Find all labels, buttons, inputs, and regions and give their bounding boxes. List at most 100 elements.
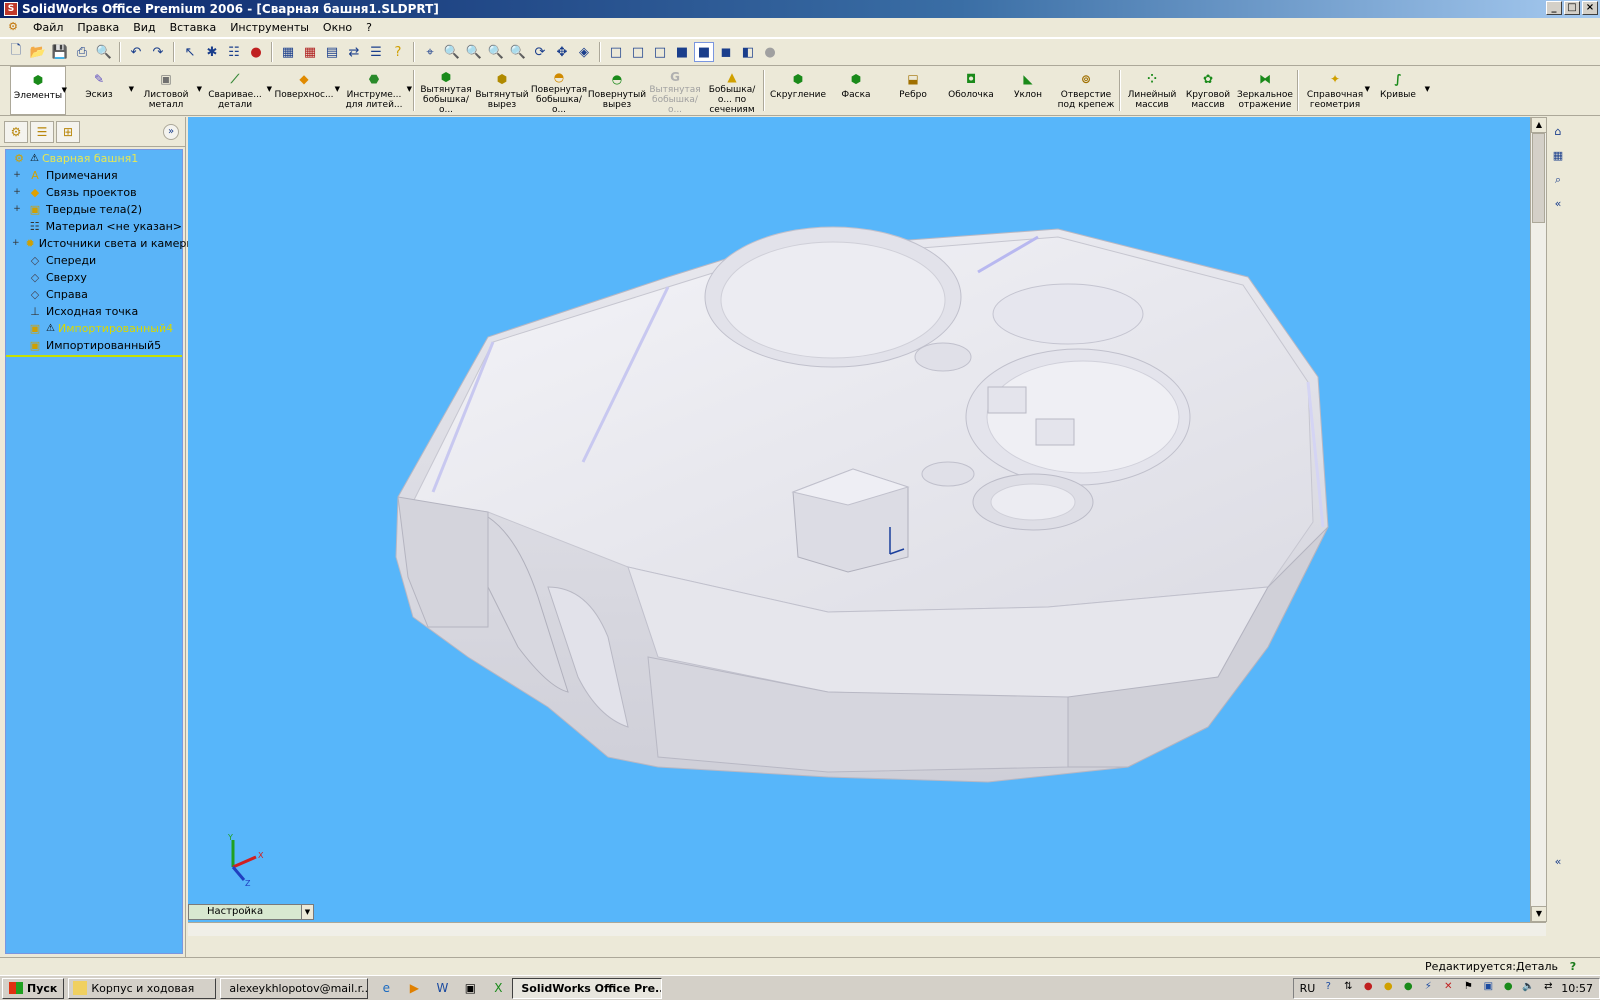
graphics-area[interactable]: Y X Z xyxy=(188,117,1530,922)
zoom-in-out-icon[interactable]: 🔍 xyxy=(486,42,506,62)
wireframe-icon[interactable]: □ xyxy=(606,42,626,62)
volume-icon[interactable]: 🔈 xyxy=(1521,981,1535,995)
word-icon[interactable]: W xyxy=(432,978,452,998)
zoom-area-icon[interactable]: 🔍 xyxy=(464,42,484,62)
vertical-scrollbar[interactable]: ▲ ▼ xyxy=(1530,117,1547,922)
taskbar-item-firefox[interactable]: alexeykhlopotov@mail.r... xyxy=(220,977,369,999)
filter-icon[interactable]: ⌖ xyxy=(420,42,440,62)
library-icon[interactable]: ▦ xyxy=(1550,149,1566,165)
menu-window[interactable]: Окно xyxy=(316,21,359,34)
cmd-circular-pattern[interactable]: ✿ Круговой массив xyxy=(1180,66,1236,115)
tray-monitor-icon[interactable]: ▣ xyxy=(1481,981,1495,995)
tray-globe-icon[interactable]: ● xyxy=(1401,981,1415,995)
tray-app-icon[interactable]: ● xyxy=(1381,981,1395,995)
minimize-button[interactable]: _ xyxy=(1546,1,1562,15)
macro-icon[interactable]: ⇄ xyxy=(344,42,364,62)
rebuild-icon[interactable]: ✱ xyxy=(202,42,222,62)
menu-edit[interactable]: Правка xyxy=(70,21,126,34)
cmd-extruded-boss[interactable]: ⬢ Вытянутая бобышка/о... xyxy=(418,66,474,116)
tree-item-solid-bodies[interactable]: + ▣ Твердые тела(2) xyxy=(6,201,182,218)
network-icon[interactable]: ⇅ xyxy=(1341,981,1355,995)
tree-root[interactable]: ⚙ ⚠ Сварная башня1 xyxy=(6,150,182,167)
menu-file[interactable]: Файл xyxy=(26,21,70,34)
pan-icon[interactable]: ✥ xyxy=(552,42,572,62)
cmd-sheet-metal[interactable]: ▣ Листовой металл ▼ xyxy=(132,66,203,115)
tray-tool-icon[interactable]: ✕ xyxy=(1441,981,1455,995)
zoom-selection-icon[interactable]: 🔍 xyxy=(508,42,528,62)
scroll-thumb[interactable] xyxy=(1532,133,1545,223)
hidden-lines-removed-icon[interactable]: □ xyxy=(650,42,670,62)
menu-view[interactable]: Вид xyxy=(126,21,162,34)
shaded-icon[interactable]: ■ xyxy=(694,42,714,62)
expand-icon[interactable]: + xyxy=(12,238,20,249)
tree-item-front-plane[interactable]: ◇ Спереди xyxy=(6,252,182,269)
undo-icon[interactable]: ↶ xyxy=(126,42,146,62)
tree-item-annotations[interactable]: + A Примечания xyxy=(6,167,182,184)
cmd-swept-boss[interactable]: G Вытянутая бобышка/о... xyxy=(646,66,704,116)
menu-tools[interactable]: Инструменты xyxy=(223,21,316,34)
layer-icon[interactable]: ▤ xyxy=(322,42,342,62)
start-button[interactable]: Пуск xyxy=(2,977,65,999)
menu-insert[interactable]: Вставка xyxy=(163,21,224,34)
configuration-tab[interactable]: Настройка ▼ xyxy=(188,904,314,920)
horizontal-scrollbar[interactable] xyxy=(188,922,1546,936)
chevron-down-icon[interactable]: ▼ xyxy=(407,84,412,94)
tree-item-material[interactable]: ☷ Материал <не указан> xyxy=(6,218,182,235)
terminal-icon[interactable]: ▣ xyxy=(460,978,480,998)
cmd-hole-wizard[interactable]: ⊚ Отверстие под крепеж xyxy=(1056,66,1116,115)
feature-tree-tab[interactable]: ⚙ xyxy=(4,120,28,143)
rollback-bar[interactable] xyxy=(6,355,182,357)
close-button[interactable]: × xyxy=(1582,1,1598,15)
antivirus-icon[interactable]: ● xyxy=(1361,981,1375,995)
collapse-left-icon[interactable]: « xyxy=(1550,197,1566,213)
shaded-edges-icon[interactable]: ■ xyxy=(672,42,692,62)
cmd-revolved-boss[interactable]: ◓ Повернутая бобышка/о... xyxy=(530,66,588,116)
options-icon[interactable]: ☷ xyxy=(224,42,244,62)
property-manager-tab[interactable]: ☰ xyxy=(30,120,54,143)
collapse-left-icon[interactable]: « xyxy=(1550,855,1566,871)
traffic-light-icon[interactable]: ● xyxy=(246,42,266,62)
media-player-icon[interactable]: ▶ xyxy=(404,978,424,998)
cmd-linear-pattern[interactable]: ⁘ Линейный массив xyxy=(1124,66,1180,115)
scroll-up-icon[interactable]: ▲ xyxy=(1531,117,1547,133)
taskbar-item-folder[interactable]: Корпус и ходовая xyxy=(68,977,217,999)
tray-update-icon[interactable]: ⚡ xyxy=(1421,981,1435,995)
excel-icon[interactable]: X xyxy=(488,978,508,998)
select-icon[interactable]: ↖ xyxy=(180,42,200,62)
turret-model[interactable] xyxy=(188,117,1530,922)
save-icon[interactable]: 💾 xyxy=(50,42,70,62)
rotate-icon[interactable]: ⟳ xyxy=(530,42,550,62)
redo-icon[interactable]: ↷ xyxy=(148,42,168,62)
expand-panel-icon[interactable]: » xyxy=(163,123,179,140)
cmd-fillet[interactable]: ⬢ Скругление xyxy=(768,66,828,115)
cmd-loft[interactable]: ▲ Бобышка/о... по сечениям xyxy=(704,66,760,116)
tree-item-lights[interactable]: + ✹ Источники света и камеры xyxy=(6,235,195,252)
tree-item-imported4[interactable]: ▣ ⚠ Импортированный4 xyxy=(6,320,182,337)
tree-item-top-plane[interactable]: ◇ Сверху xyxy=(6,269,182,286)
language-indicator[interactable]: RU xyxy=(1300,982,1316,995)
cmd-chamfer[interactable]: ⬢ Фаска xyxy=(828,66,884,115)
solidworks-logo-icon[interactable]: ⚙ xyxy=(4,20,22,36)
cmd-revolved-cut[interactable]: ◓ Повернутый вырез xyxy=(588,66,646,115)
hidden-lines-visible-icon[interactable]: □ xyxy=(628,42,648,62)
tray-app2-icon[interactable]: ● xyxy=(1501,981,1515,995)
cmd-mold-tools[interactable]: ⬣ Инструме... для литей... ▼ xyxy=(338,66,412,115)
shadows-icon[interactable]: ◼ xyxy=(716,42,736,62)
open-icon[interactable]: 📂 xyxy=(28,42,48,62)
cmd-extruded-cut[interactable]: ⬢ Вытянутый вырез xyxy=(474,66,530,115)
maximize-button[interactable]: □ xyxy=(1564,1,1580,15)
tree-item-origin[interactable]: ⊥ Исходная точка xyxy=(6,303,182,320)
expand-icon[interactable]: + xyxy=(12,204,22,215)
tree-item-right-plane[interactable]: ◇ Справа xyxy=(6,286,182,303)
chevron-down-icon[interactable]: ▼ xyxy=(1425,84,1430,94)
realview-icon[interactable]: ● xyxy=(760,42,780,62)
taskbar-item-solidworks[interactable]: SolidWorks Office Pre... xyxy=(512,977,663,999)
cmd-shell[interactable]: ◘ Оболочка xyxy=(942,66,1000,115)
home-icon[interactable]: ⌂ xyxy=(1550,125,1566,141)
configuration-manager-tab[interactable]: ⊞ xyxy=(56,120,80,143)
expand-icon[interactable]: + xyxy=(12,187,22,198)
cmd-rib[interactable]: ⬓ Ребро xyxy=(884,66,942,115)
properties-icon[interactable]: ☰ xyxy=(366,42,386,62)
zoom-fit-icon[interactable]: 🔍 xyxy=(442,42,462,62)
cmd-features[interactable]: ⬢ Элементы ▼ xyxy=(10,66,67,115)
